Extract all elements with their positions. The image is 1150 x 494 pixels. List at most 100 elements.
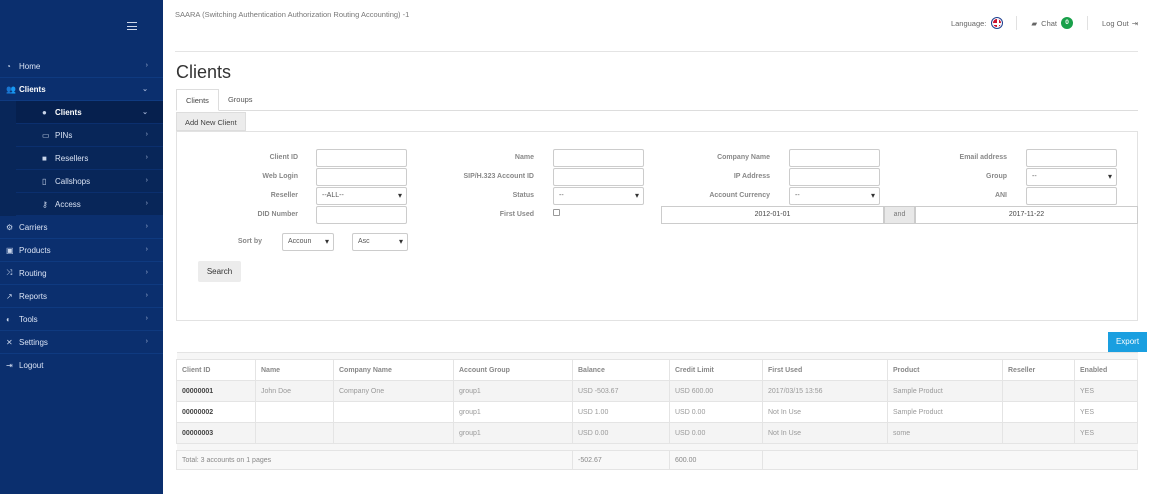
chat-icon: ▰ [1031, 18, 1038, 28]
client-id-cell[interactable]: 00000003 [176, 422, 256, 444]
table-cell [333, 401, 454, 423]
company-name-label: Company Name [717, 154, 770, 161]
name-input[interactable] [553, 149, 644, 167]
table-cell: 2017/03/15 13:56 [762, 380, 888, 402]
sidebar-subitem-resellers[interactable]: ■ Resellers › [16, 147, 163, 170]
sort-order-select[interactable]: Asc [352, 233, 408, 251]
table-cell: group1 [453, 422, 573, 444]
sidebar-item-label: Callshops [55, 176, 91, 186]
add-new-client-button[interactable]: Add New Client [176, 112, 246, 131]
ip-address-input[interactable] [789, 168, 880, 186]
account-currency-select[interactable]: -- [789, 187, 880, 205]
sidebar-item-reports[interactable]: ↗ Reports › [0, 285, 163, 308]
phone-icon: ▯ [42, 176, 47, 186]
date-from-input[interactable]: 2012-01-01 [661, 206, 884, 224]
shuffle-icon: ⤨ [6, 268, 13, 277]
column-header[interactable]: Balance [572, 359, 670, 381]
sidebar-item-logout[interactable]: ⇥ Logout [0, 354, 163, 377]
tab-groups[interactable]: Groups [219, 89, 262, 111]
chevron-right-icon: › [145, 177, 148, 184]
clients-table: Client ID Name Company Name Account Grou… [176, 352, 1138, 470]
key-icon: ⚷ [42, 199, 48, 209]
sort-field-select[interactable]: Accoun [282, 233, 334, 251]
table-cell: USD 0.00 [669, 401, 763, 423]
column-header[interactable]: Name [255, 359, 334, 381]
table-header-row: Client ID Name Company Name Account Grou… [176, 359, 1138, 381]
table-cell: John Doe [255, 380, 334, 402]
table-cell: Sample Product [887, 401, 1003, 423]
chat-link[interactable]: Chat [1041, 19, 1057, 28]
column-header[interactable]: First Used [762, 359, 888, 381]
box-icon: ▣ [6, 245, 14, 255]
table-cell: USD 0.00 [572, 422, 670, 444]
first-used-checkbox[interactable] [553, 209, 560, 216]
sidebar-subitem-access[interactable]: ⚷ Access › [16, 193, 163, 216]
table-row[interactable]: 00000002 group1 USD 1.00 USD 0.00 Not In… [176, 401, 1138, 423]
table-spacer [176, 443, 1138, 451]
sidebar-item-routing[interactable]: ⤨ Routing › [0, 262, 163, 285]
sidebar-subitem-callshops[interactable]: ▯ Callshops › [16, 170, 163, 193]
column-header[interactable]: Account Group [453, 359, 573, 381]
logout-link[interactable]: Log Out [1102, 19, 1129, 28]
date-to-input[interactable]: 2017-11-22 [915, 206, 1138, 224]
table-cell: group1 [453, 380, 573, 402]
table-row[interactable]: 00000003 group1 USD 0.00 USD 0.00 Not In… [176, 422, 1138, 444]
column-header[interactable]: Client ID [176, 359, 256, 381]
group-select[interactable]: -- [1026, 168, 1117, 186]
table-cell: USD -503.67 [572, 380, 670, 402]
client-id-cell[interactable]: 00000001 [176, 380, 256, 402]
chevron-right-icon: › [145, 62, 148, 69]
sip-account-label: SIP/H.323 Account ID [463, 173, 534, 180]
briefcase-icon: ■ [42, 153, 47, 163]
chevron-right-icon: › [145, 246, 148, 253]
client-id-input[interactable] [316, 149, 407, 167]
group-label: Group [986, 173, 1007, 180]
status-select[interactable]: -- [553, 187, 644, 205]
sidebar-item-label: PINs [55, 130, 73, 140]
uk-flag-icon[interactable] [992, 18, 1003, 28]
sidebar-item-label: Access [55, 199, 81, 209]
tab-clients[interactable]: Clients [176, 89, 219, 111]
sidebar-item-settings[interactable]: ✕ Settings › [0, 331, 163, 354]
sidebar-subitem-pins[interactable]: ▭ PINs › [16, 124, 163, 147]
search-button[interactable]: Search [198, 261, 241, 282]
language-label: Language: [950, 18, 987, 28]
sidebar-item-label: Clients [19, 84, 46, 94]
sidebar-item-label: Clients [55, 107, 82, 117]
column-header[interactable]: Company Name [333, 359, 454, 381]
ani-input[interactable] [1026, 187, 1117, 205]
company-name-input[interactable] [789, 149, 880, 167]
name-label: Name [514, 154, 534, 161]
column-header[interactable]: Enabled [1074, 359, 1138, 381]
total-balance: -502.67 [572, 450, 670, 470]
table-cell: USD 600.00 [669, 380, 763, 402]
client-id-cell[interactable]: 00000002 [176, 401, 256, 423]
export-button[interactable]: Export [1108, 332, 1147, 352]
web-login-label: Web Login [262, 173, 298, 180]
reseller-select[interactable]: --ALL-- [316, 187, 407, 205]
sidebar-item-products[interactable]: ▣ Products › [0, 239, 163, 262]
did-number-input[interactable] [316, 206, 407, 224]
table-spacer [176, 352, 1138, 360]
column-header[interactable]: Product [887, 359, 1003, 381]
top-header: SAARA (Switching Authentication Authoriz… [175, 0, 1138, 52]
sidebar-subitem-clients[interactable]: ● Clients ⌄ [16, 101, 163, 124]
column-header[interactable]: Reseller [1002, 359, 1075, 381]
chevron-right-icon: › [145, 338, 148, 345]
sip-account-input[interactable] [553, 168, 644, 186]
web-login-input[interactable] [316, 168, 407, 186]
chevron-down-icon: ⌄ [142, 109, 148, 116]
column-header[interactable]: Credit Limit [669, 359, 763, 381]
table-row[interactable]: 00000001 John Doe Company One group1 USD… [176, 380, 1138, 402]
table-cell: USD 0.00 [669, 422, 763, 444]
sidebar-item-carriers[interactable]: ⚙ Carriers › [0, 216, 163, 239]
sidebar-item-clients[interactable]: 👥 Clients ⌄ [0, 78, 163, 101]
table-cell [255, 401, 334, 423]
sidebar-item-tools[interactable]: ◐ Tools › [0, 308, 163, 331]
sidebar-item-home[interactable]: ◔ Home › [0, 55, 163, 78]
total-credit: 600.00 [669, 450, 763, 470]
sidebar-item-label: Resellers [55, 153, 89, 163]
email-input[interactable] [1026, 149, 1117, 167]
chevron-right-icon: › [145, 131, 148, 138]
hamburger-menu-icon[interactable] [127, 22, 137, 30]
